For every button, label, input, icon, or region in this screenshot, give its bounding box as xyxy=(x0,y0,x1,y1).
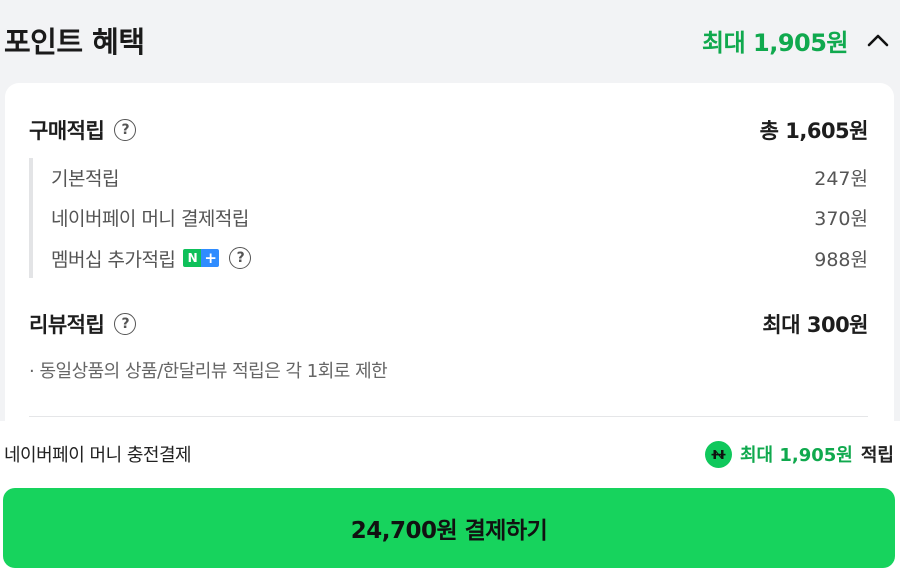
list-item-value: 988원 xyxy=(814,248,868,271)
payment-method-label: 네이버페이 머니 충전결제 xyxy=(4,445,192,466)
chevron-up-icon[interactable] xyxy=(860,22,896,58)
purchase-points-title: 구매적립 xyxy=(29,119,105,143)
list-item-value: 247원 xyxy=(814,167,868,190)
header-max-points: 최대 1,905원 xyxy=(701,28,849,57)
question-circle-icon[interactable]: ? xyxy=(114,119,137,141)
review-points-value: 최대 300원 xyxy=(762,313,868,337)
purchase-points-row: 구매적립 ? 총 1,605원 xyxy=(29,113,869,147)
points-card: 구매적립 ? 총 1,605원 기본적립 247원 네이버페이 머니 결제적립 … xyxy=(5,83,894,443)
list-item-label: 멤버십 추가적립 xyxy=(51,248,176,271)
review-points-title-wrap: 리뷰적립 ? xyxy=(29,309,137,339)
list-item-value: 370원 xyxy=(814,207,868,230)
list-item: 기본적립 247원 xyxy=(51,160,868,194)
question-circle-icon[interactable]: ? xyxy=(114,313,137,335)
review-points-title: 리뷰적립 xyxy=(29,313,105,337)
payment-bar: 네이버페이 머니 충전결제 최대 1,905원 적립 24,700원 결제하기 xyxy=(0,421,900,573)
payment-method-row: 네이버페이 머니 충전결제 최대 1,905원 적립 xyxy=(4,437,894,471)
review-points-row: 리뷰적립 ? 최대 300원 xyxy=(29,307,868,341)
review-limit-note: · 동일상품의 상품/한달리뷰 적립은 각 1회로 제한 xyxy=(29,361,388,382)
page-title: 포인트 혜택 xyxy=(4,25,145,59)
membership-label-wrap: 멤버십 추가적립 N + ? xyxy=(51,245,252,272)
list-item-label: 네이버페이 머니 결제적립 xyxy=(51,207,249,230)
purchase-points-breakdown: 기본적립 247원 네이버페이 머니 결제적립 370원 멤버십 추가적립 N … xyxy=(29,158,868,278)
payment-max-suffix: 적립 xyxy=(860,445,894,466)
list-item: 네이버페이 머니 결제적립 370원 xyxy=(51,200,868,234)
list-item: 멤버십 추가적립 N + ? 988원 xyxy=(51,241,868,275)
membership-plus-icon: + xyxy=(201,249,220,267)
divider xyxy=(29,416,868,417)
payment-max-points: 최대 1,905원 xyxy=(739,445,853,466)
payment-points-info: 최대 1,905원 적립 xyxy=(704,440,894,468)
naver-pay-icon xyxy=(704,440,732,468)
question-circle-icon[interactable]: ? xyxy=(229,247,252,269)
list-item-label: 기본적립 xyxy=(51,167,119,190)
purchase-points-total: 총 1,605원 xyxy=(759,119,869,143)
membership-n-icon: N xyxy=(183,249,202,267)
header-right: 최대 1,905원 xyxy=(702,22,896,58)
points-benefit-header[interactable]: 포인트 혜택 최대 1,905원 xyxy=(0,0,900,84)
purchase-points-title-wrap: 구매적립 ? xyxy=(29,115,137,145)
pay-button[interactable]: 24,700원 결제하기 xyxy=(3,488,895,568)
